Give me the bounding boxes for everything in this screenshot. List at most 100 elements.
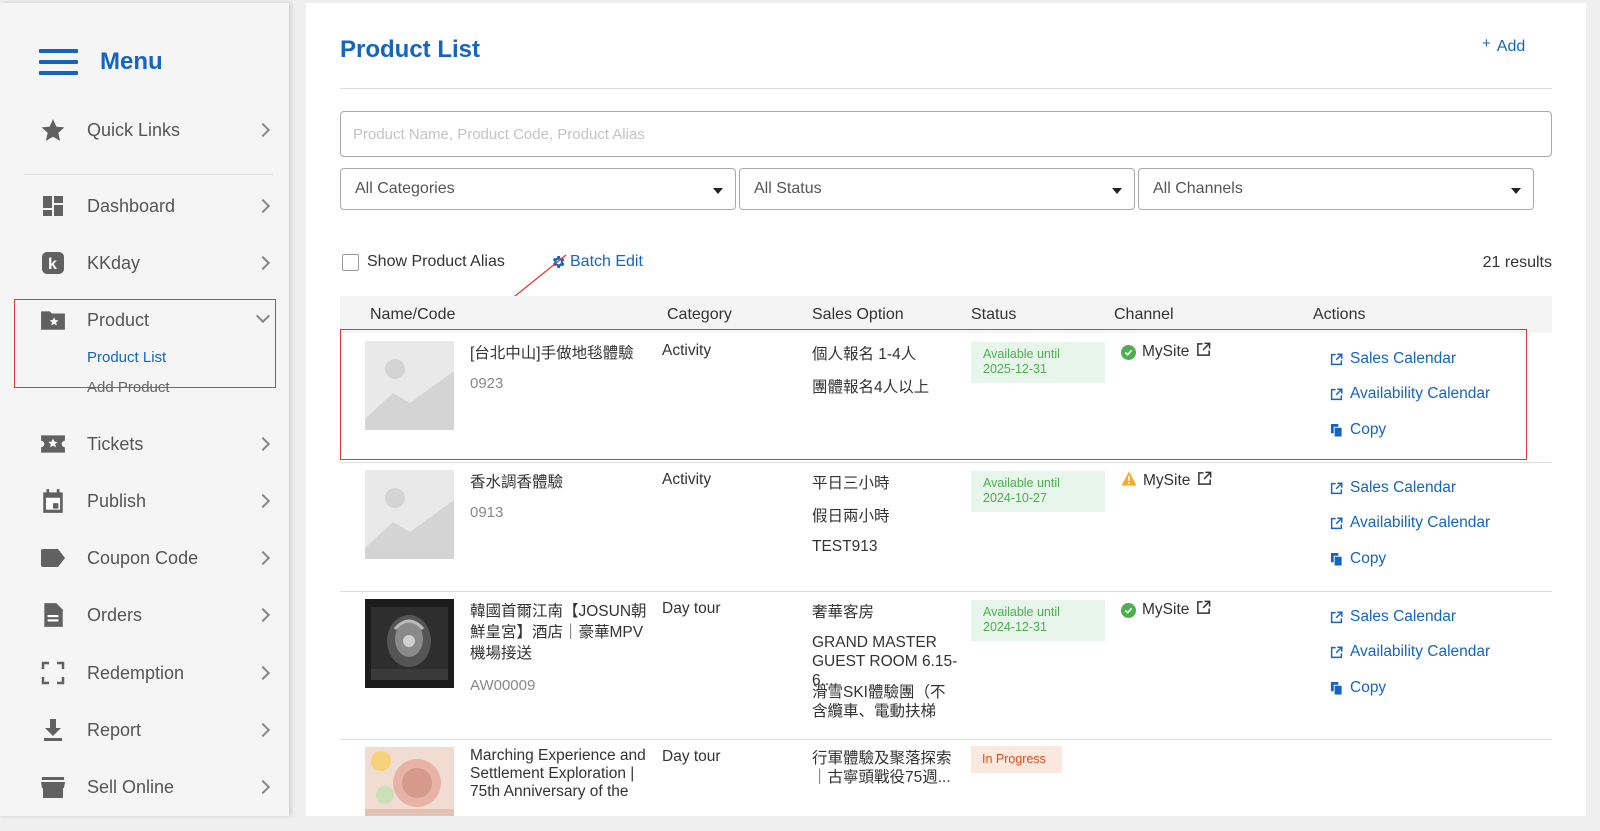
external-link-icon: [1330, 610, 1343, 623]
copy-icon: [1330, 423, 1343, 437]
availability-calendar-link[interactable]: Availability Calendar: [1330, 385, 1490, 403]
product-category: Activity: [662, 342, 712, 359]
svg-text:k: k: [48, 256, 57, 273]
sidebar-subitem-add-product[interactable]: Add Product: [87, 379, 170, 396]
sales-option: 個人報名 1-4人: [812, 346, 917, 363]
hamburger-menu-icon[interactable]: [39, 49, 78, 75]
external-link-icon: [1330, 516, 1343, 529]
status-badge: Available until 2024-10-27: [971, 471, 1105, 512]
column-header-status[interactable]: Status: [971, 306, 1016, 324]
action-label: Sales Calendar: [1350, 608, 1456, 625]
page-title: Product List: [340, 36, 481, 63]
chevron-right-icon: [255, 198, 271, 214]
sidebar-item-coupon-code[interactable]: Coupon Code: [0, 538, 289, 578]
column-header-sales-option[interactable]: Sales Option: [812, 306, 904, 324]
product-name[interactable]: [台北中山]手做地毯體驗: [470, 343, 648, 364]
sidebar-item-product[interactable]: Product: [0, 300, 289, 340]
product-category: Day tour: [662, 600, 721, 617]
batch-edit-label: Batch Edit: [570, 253, 643, 270]
sidebar-item-sell-online[interactable]: Sell Online: [0, 767, 289, 807]
sidebar-item-label: Report: [87, 719, 142, 740]
availability-calendar-link[interactable]: Availability Calendar: [1330, 643, 1490, 661]
kkday-logo-icon: k: [40, 250, 66, 276]
status-badge: Available until 2024-12-31: [971, 600, 1105, 641]
product-code: 0913: [470, 504, 504, 521]
external-link-icon: [1330, 481, 1343, 494]
sidebar-item-label: Quick Links: [87, 119, 181, 140]
external-link-icon: [1330, 645, 1343, 658]
search-input[interactable]: [340, 111, 1552, 157]
sidebar-item-publish[interactable]: Publish: [0, 481, 289, 521]
chevron-right-icon: [255, 722, 271, 738]
batch-edit-button[interactable]: Batch Edit: [550, 253, 643, 271]
status-text: Available until: [983, 476, 1060, 490]
add-button[interactable]: + Add: [1482, 35, 1525, 56]
product-name[interactable]: Marching Experience and Settlement Explo…: [470, 747, 650, 801]
external-link-icon[interactable]: [1196, 600, 1211, 620]
column-header-name[interactable]: Name/Code: [370, 306, 455, 324]
copy-button[interactable]: Copy: [1330, 550, 1386, 568]
sidebar-item-label: Product: [87, 309, 150, 330]
table-row[interactable]: [台北中山]手做地毯體驗 0923 Activity 個人報名 1-4人 團體報…: [340, 333, 1552, 463]
check-circle-icon: [1121, 344, 1136, 360]
check-circle-icon: [1121, 602, 1136, 618]
product-photo-food: [365, 747, 454, 816]
sales-option: 團體報名4人以上: [812, 379, 930, 396]
sidebar-item-label: Publish: [87, 490, 147, 511]
column-header-category[interactable]: Category: [667, 306, 732, 324]
channel-name: MySite: [1142, 601, 1190, 618]
external-link-icon: [1330, 352, 1343, 365]
availability-calendar-link[interactable]: Availability Calendar: [1330, 514, 1490, 532]
sales-calendar-link[interactable]: Sales Calendar: [1330, 350, 1456, 368]
show-alias-toggle[interactable]: Show Product Alias: [342, 253, 505, 271]
sidebar: Menu Quick Links Dashboard k KKday Produ…: [0, 3, 289, 816]
menu-header: Menu: [39, 48, 163, 76]
sales-option: 假日兩小時: [812, 508, 890, 525]
category-select[interactable]: All Categories: [340, 168, 736, 210]
action-label: Copy: [1350, 421, 1387, 438]
sales-option: GRAND MASTER GUEST ROOM 6.15-6....: [812, 634, 958, 689]
action-label: Sales Calendar: [1350, 350, 1456, 367]
column-header-channel[interactable]: Channel: [1114, 306, 1174, 324]
external-link-icon: [1330, 387, 1343, 400]
channel-select[interactable]: All Channels: [1138, 168, 1534, 210]
sidebar-item-label: Tickets: [87, 433, 144, 454]
sidebar-item-label: Orders: [87, 604, 143, 625]
sidebar-item-label: Dashboard: [87, 195, 176, 216]
table-row[interactable]: 香水調香體驗 0913 Activity 平日三小時 假日兩小時 TEST913…: [340, 462, 1552, 592]
category-select-value: All Categories: [355, 180, 455, 197]
sidebar-item-report[interactable]: Report: [0, 710, 289, 750]
copy-button[interactable]: Copy: [1330, 679, 1386, 697]
chevron-right-icon: [255, 665, 271, 681]
caret-down-icon: [1112, 188, 1122, 194]
action-label: Copy: [1350, 550, 1387, 567]
product-code: 0923: [470, 375, 504, 392]
table-row[interactable]: Marching Experience and Settlement Explo…: [340, 739, 1552, 816]
product-name[interactable]: 香水調香體驗: [470, 472, 648, 493]
sales-calendar-link[interactable]: Sales Calendar: [1330, 608, 1456, 626]
sidebar-item-label: Coupon Code: [87, 547, 199, 568]
sidebar-item-quick-links[interactable]: Quick Links: [0, 110, 289, 150]
status-select[interactable]: All Status: [739, 168, 1135, 210]
divider: [340, 88, 1552, 89]
chevron-right-icon: [255, 436, 271, 452]
copy-button[interactable]: Copy: [1330, 421, 1386, 439]
show-alias-checkbox[interactable]: [342, 253, 359, 271]
chevron-right-icon: [255, 122, 271, 138]
sales-calendar-link[interactable]: Sales Calendar: [1330, 479, 1456, 497]
sidebar-subitem-product-list[interactable]: Product List: [87, 349, 166, 366]
sidebar-item-kkday[interactable]: k KKday: [0, 243, 289, 283]
copy-icon: [1330, 552, 1343, 566]
gear-icon: [552, 256, 565, 268]
action-label: Availability Calendar: [1350, 643, 1491, 660]
sidebar-item-tickets[interactable]: Tickets: [0, 424, 289, 464]
external-link-icon[interactable]: [1196, 342, 1211, 362]
external-link-icon[interactable]: [1197, 471, 1212, 491]
product-name[interactable]: 韓國首爾江南【JOSUN朝鮮皇宮】酒店｜豪華MPV機場接送: [470, 601, 648, 664]
product-photo-hotel: [365, 599, 454, 688]
sidebar-item-orders[interactable]: Orders: [0, 595, 289, 635]
table-row[interactable]: 韓國首爾江南【JOSUN朝鮮皇宮】酒店｜豪華MPV機場接送 AW00009 Da…: [340, 591, 1552, 739]
sidebar-item-redemption[interactable]: Redemption: [0, 653, 289, 693]
ticket-icon: [40, 431, 66, 457]
sidebar-item-dashboard[interactable]: Dashboard: [0, 186, 289, 226]
